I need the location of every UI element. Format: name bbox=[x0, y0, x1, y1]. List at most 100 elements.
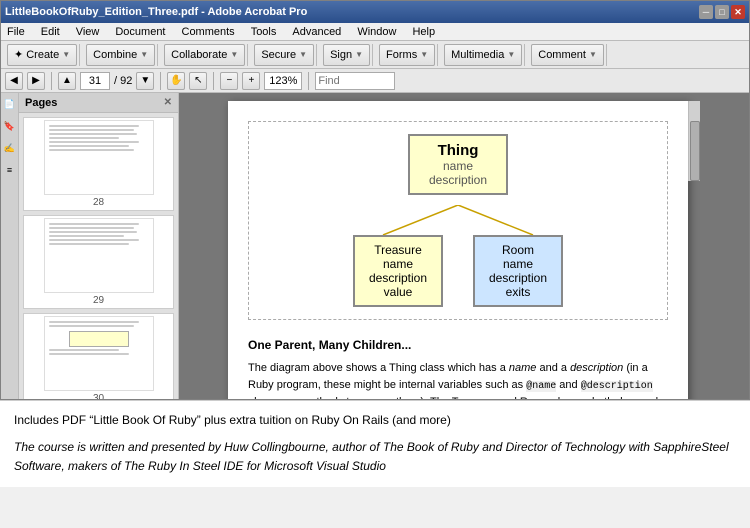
left-icon-strip: 📄 🔖 ✍ ≡ bbox=[1, 93, 19, 399]
thumb-img-28 bbox=[44, 120, 154, 195]
room-class-name: Room bbox=[487, 243, 549, 257]
create-arrow: ▼ bbox=[62, 50, 70, 59]
caption-line-2: The course is written and presented by H… bbox=[14, 438, 736, 476]
forward-button[interactable]: ▶ bbox=[27, 72, 45, 90]
sidebar-close-button[interactable]: ✕ bbox=[164, 97, 172, 108]
thing-class-name: Thing bbox=[426, 142, 490, 159]
toolbar: ✦ Create ▼ Combine ▼ Collaborate ▼ Secur… bbox=[1, 41, 749, 69]
secure-group: Secure ▼ bbox=[252, 44, 317, 66]
page-body: The diagram above shows a Thing class wh… bbox=[248, 360, 668, 399]
page-thumb-30[interactable]: 30 bbox=[23, 313, 174, 399]
back-button[interactable]: ◀ bbox=[5, 72, 23, 90]
minimize-button[interactable]: ─ bbox=[699, 5, 713, 19]
sidebar-header: Pages ✕ bbox=[19, 93, 178, 113]
nav-separator-3 bbox=[213, 72, 214, 90]
create-group: ✦ Create ▼ bbox=[5, 44, 80, 66]
thing-field-description: description bbox=[426, 173, 490, 187]
zoom-in-button[interactable]: + bbox=[242, 72, 260, 90]
menu-document[interactable]: Document bbox=[111, 25, 169, 39]
pages-icon[interactable]: 📄 bbox=[3, 97, 17, 111]
layers-icon[interactable]: ≡ bbox=[3, 163, 17, 177]
thumb-label-28: 28 bbox=[93, 197, 104, 208]
vertical-scrollbar[interactable] bbox=[688, 101, 700, 181]
signatures-icon[interactable]: ✍ bbox=[3, 141, 17, 155]
maximize-button[interactable]: □ bbox=[715, 5, 729, 19]
forms-group: Forms ▼ bbox=[377, 44, 438, 66]
thumb-img-29 bbox=[44, 218, 154, 293]
sign-arrow: ▼ bbox=[355, 50, 363, 59]
create-button[interactable]: ✦ Create ▼ bbox=[7, 44, 77, 66]
nav-separator-1 bbox=[51, 72, 52, 90]
multimedia-button[interactable]: Multimedia ▼ bbox=[444, 44, 522, 66]
scrollbar-thumb[interactable] bbox=[690, 121, 700, 181]
secure-button[interactable]: Secure ▼ bbox=[254, 44, 314, 66]
menu-window[interactable]: Window bbox=[353, 25, 400, 39]
secure-arrow: ▼ bbox=[299, 50, 307, 59]
page-number-input[interactable] bbox=[80, 72, 110, 90]
combine-button[interactable]: Combine ▼ bbox=[86, 44, 155, 66]
comment-arrow: ▼ bbox=[589, 50, 597, 59]
window-controls: ─ □ ✕ bbox=[699, 5, 745, 19]
sidebar-content: 28 29 bbox=[19, 113, 178, 399]
main-area: 📄 🔖 ✍ ≡ Pages ✕ bbox=[1, 93, 749, 399]
forms-button[interactable]: Forms ▼ bbox=[379, 44, 435, 66]
thumb-lines-28 bbox=[49, 125, 149, 153]
page-text: One Parent, Many Children... The diagram… bbox=[248, 336, 668, 399]
caption-line-1: Includes PDF “Little Book Of Ruby” plus … bbox=[14, 411, 736, 430]
next-page-button[interactable]: ▼ bbox=[136, 72, 154, 90]
room-class-box: Room name description exits bbox=[473, 235, 563, 307]
bookmarks-icon[interactable]: 🔖 bbox=[3, 119, 17, 133]
sidebar-title: Pages bbox=[25, 97, 57, 109]
caption-area: Includes PDF “Little Book Of Ruby” plus … bbox=[0, 400, 750, 487]
hand-tool[interactable]: ✋ bbox=[167, 72, 185, 90]
page-thumb-28[interactable]: 28 bbox=[23, 117, 174, 211]
collaborate-arrow: ▼ bbox=[230, 50, 238, 59]
nav-bar: ◀ ▶ ▲ / 92 ▼ ✋ ↖ − + bbox=[1, 69, 749, 93]
menu-edit[interactable]: Edit bbox=[37, 25, 64, 39]
treasure-field-description: description bbox=[367, 271, 429, 285]
title-bar: LittleBookOfRuby_Edition_Three.pdf - Ado… bbox=[1, 1, 749, 23]
menu-help[interactable]: Help bbox=[408, 25, 439, 39]
menu-advanced[interactable]: Advanced bbox=[288, 25, 345, 39]
room-field-exits: exits bbox=[487, 285, 549, 299]
nav-separator-4 bbox=[308, 72, 309, 90]
page-subtitle: One Parent, Many Children... bbox=[248, 336, 668, 354]
nav-separator-2 bbox=[160, 72, 161, 90]
multimedia-group: Multimedia ▼ bbox=[442, 44, 525, 66]
page-content-area: Thing name description Treasure bbox=[179, 93, 749, 399]
multimedia-arrow: ▼ bbox=[507, 50, 515, 59]
comment-button[interactable]: Comment ▼ bbox=[531, 44, 604, 66]
menu-view[interactable]: View bbox=[72, 25, 104, 39]
code-at-name: @name bbox=[526, 381, 556, 392]
code-at-desc: @description bbox=[581, 381, 653, 392]
prev-page-button[interactable]: ▲ bbox=[58, 72, 76, 90]
thumb-label-30: 30 bbox=[93, 393, 104, 399]
thumb-label-29: 29 bbox=[93, 295, 104, 306]
create-icon: ✦ bbox=[14, 48, 23, 61]
room-field-name: name bbox=[487, 257, 549, 271]
find-input[interactable] bbox=[315, 72, 395, 90]
zoom-input[interactable] bbox=[264, 72, 302, 90]
combine-arrow: ▼ bbox=[140, 50, 148, 59]
class-diagram: Thing name description Treasure bbox=[248, 121, 668, 320]
sign-group: Sign ▼ bbox=[321, 44, 373, 66]
thumb-lines-29 bbox=[49, 223, 149, 247]
menu-file[interactable]: File bbox=[3, 25, 29, 39]
collaborate-button[interactable]: Collaborate ▼ bbox=[164, 44, 245, 66]
treasure-field-value: value bbox=[367, 285, 429, 299]
page-thumb-29[interactable]: 29 bbox=[23, 215, 174, 309]
zoom-out-button[interactable]: − bbox=[220, 72, 238, 90]
sidebar: Pages ✕ bbox=[19, 93, 179, 399]
sign-button[interactable]: Sign ▼ bbox=[323, 44, 370, 66]
menu-comments[interactable]: Comments bbox=[178, 25, 239, 39]
thumb-img-30 bbox=[44, 316, 154, 391]
room-field-description: description bbox=[487, 271, 549, 285]
close-button[interactable]: ✕ bbox=[731, 5, 745, 19]
menu-tools[interactable]: Tools bbox=[247, 25, 281, 39]
treasure-class-name: Treasure bbox=[367, 243, 429, 257]
combine-group: Combine ▼ bbox=[84, 44, 158, 66]
thing-class-box: Thing name description bbox=[408, 134, 508, 195]
application-window: LittleBookOfRuby_Edition_Three.pdf - Ado… bbox=[0, 0, 750, 400]
treasure-field-name: name bbox=[367, 257, 429, 271]
select-tool[interactable]: ↖ bbox=[189, 72, 207, 90]
